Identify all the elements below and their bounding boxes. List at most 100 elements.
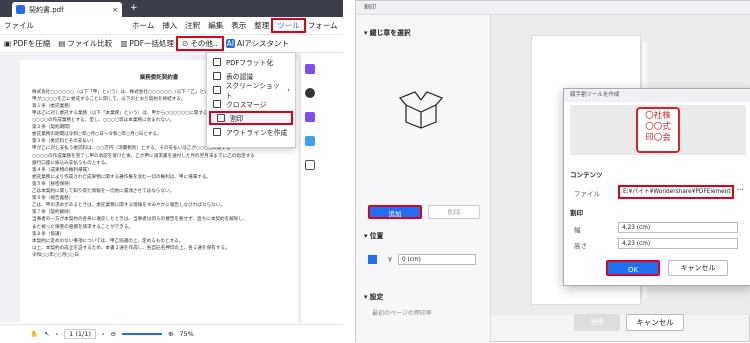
menu-tool[interactable]: ツール (271, 18, 306, 33)
doc-line: 乙は本契約に関して知り得た情報を一切他に漏洩させてはならない。 (32, 189, 175, 195)
batch-process-button[interactable]: ▥ PDF一括処理 (116, 38, 178, 49)
right-sidebar (300, 54, 343, 324)
menu-item-flatten[interactable]: PDFフラット化 (207, 55, 295, 69)
doc-line: ○○○○の作成業務を完了し甲の承認を受けた後、乙が甲に請求書を送付した月の翌月末… (32, 153, 255, 159)
flatten-icon (213, 58, 221, 66)
y-position-field[interactable]: 0 (cm) (398, 254, 476, 265)
cancel-button[interactable]: キャンセル (626, 314, 684, 331)
prev-page-icon[interactable]: ‹ (56, 330, 59, 338)
chevron-right-icon: › (287, 86, 290, 94)
next-page-icon[interactable]: › (102, 330, 105, 338)
ai-assistant-button[interactable]: AI AIアシスタント (222, 38, 293, 49)
menu-edit[interactable]: 編集 (204, 20, 227, 31)
section-settings-label: 設定 (369, 293, 384, 301)
section-select-label: 綴じ章を選択 (369, 29, 411, 37)
other-button[interactable]: ⊙ その他.. (176, 36, 224, 51)
new-tab-icon[interactable]: + (130, 3, 138, 13)
y-label: Y (388, 256, 392, 264)
ok-button[interactable]: OK (606, 260, 660, 276)
menu-item-label: アウトラインを作成 (226, 129, 288, 137)
panel-icon[interactable] (305, 64, 315, 74)
app-logo-icon (16, 5, 25, 14)
delete-button[interactable]: 削除 (428, 205, 480, 219)
hand-tool-icon[interactable]: ✋ (30, 330, 38, 338)
menu-file[interactable]: ファイル (0, 20, 38, 31)
doc-line: 銀行口座に振込み支払うものとする。 (32, 160, 110, 166)
subdialog-title: 綴手割ツールを作成 (564, 89, 750, 102)
zoom-out-icon[interactable]: ⊖ (111, 330, 116, 338)
zoom-level[interactable]: 75% (179, 330, 193, 338)
more-icon: ⊙ (182, 39, 189, 48)
table-icon (213, 72, 221, 80)
close-tab-icon[interactable]: × (112, 6, 118, 14)
file-path-field[interactable]: E:¥パイト¥Wondershare¥PDFElement (618, 185, 734, 199)
last-page-label: 最初のページの押印率 (372, 310, 432, 317)
width-field[interactable]: 4.23 (cm) (618, 222, 738, 233)
section-position[interactable]: ▾ 位置 (364, 230, 383, 240)
doc-line: 委託業務により作成された成果物に関する著作権を含む一切の権利は、甲に帰属する。 (32, 174, 212, 180)
doc-line: 本契約に定めのない事項については、甲乙協議の上、定めるものとする。 (32, 238, 184, 244)
batch-icon: ▥ (120, 39, 128, 48)
seal-icon (217, 114, 225, 122)
pdf-compress-button[interactable]: ▣ PDFを圧縮 (0, 38, 54, 49)
ai-robot-icon[interactable] (305, 88, 315, 98)
browse-icon[interactable]: ··· (737, 186, 744, 194)
document-tab[interactable]: 契約書.pdf × (12, 2, 122, 17)
warin-dialog: 割印 ▾ 綴じ章を選択 追加 削除 ▾ 位置 Y 0 (cm) ▾ 設定 最初の… (355, 0, 750, 343)
doc-line: また被った損害の賠償を請求することができる。 (32, 224, 133, 230)
menu-bar: ファイル ホーム 挿入 注釈 編集 表示 整理 ツール フォーム (0, 17, 343, 35)
seal-line: 〇社株 (645, 111, 671, 121)
menu-form[interactable]: フォーム (304, 20, 342, 31)
menu-insert[interactable]: 挿入 (158, 20, 181, 31)
doc-line: 当事者の一方が本契約の各条に違反したときは、当事者は何らの催告を要せず、直ちに本… (32, 217, 248, 223)
settings-pane: ▾ 綴じ章を選択 追加 削除 ▾ 位置 Y 0 (cm) ▾ 設定 最初のページ… (356, 15, 491, 343)
thumbnail-icon[interactable] (305, 160, 315, 170)
section-position-label: 位置 (369, 232, 384, 240)
section-settings[interactable]: ▾ 設定 (364, 291, 383, 301)
create-stamp-dialog: 綴手割ツールを作成 〇社株 〇〇式 印〇会 コンテンツ ファイル E:¥パイト¥… (563, 88, 750, 286)
menu-item-warin[interactable]: 割印 (209, 111, 293, 125)
menu-organize[interactable]: 整理 (250, 20, 273, 31)
doc-line: 令和○○年○○月○○日 (32, 253, 80, 259)
doc-line: 以上、本契約の成立を証するため、本書２通を作成し、各自記名押印の上、各１通を保有… (32, 245, 230, 251)
subdialog-cancel-button[interactable]: キャンセル (668, 260, 728, 276)
menu-item-label: クロスマージ (226, 101, 267, 109)
menu-item-screenshot[interactable]: スクリーンショット › (207, 82, 295, 100)
doc-line: 第５条（秘密保持） (32, 181, 74, 187)
seal-image: 〇社株 〇〇式 印〇会 (636, 107, 680, 153)
seal-line: 印〇会 (645, 133, 671, 143)
doc-line: 乙は、甲の求めがあるときは、委託業務に関する情報をすみやかに報告しなければならな… (32, 203, 225, 209)
tab-title: 契約書.pdf (29, 5, 64, 14)
file-compare-button[interactable]: ▤ ファイル比較 (54, 38, 116, 49)
zoom-in-icon[interactable]: ⊕ (168, 330, 173, 338)
stamp-preview: 〇社株 〇〇式 印〇会 (570, 105, 746, 155)
zoom-slider[interactable] (121, 332, 162, 335)
translate-icon[interactable] (305, 112, 315, 122)
add-button[interactable]: 追加 (368, 205, 422, 219)
menu-annotate[interactable]: 注釈 (181, 20, 204, 31)
doc-line: 第６条（報告義務） (32, 196, 74, 202)
batch-label: PDF一括処理 (129, 39, 175, 48)
pdf-compress-label: PDFを圧縮 (13, 39, 51, 48)
dialog-title: 割印 (356, 1, 750, 15)
edit-panel-icon[interactable] (305, 136, 315, 146)
position-color-icon (368, 255, 377, 264)
page-number-field[interactable]: 1 (1/1) (64, 328, 96, 339)
doc-line: 第７条（契約解除） (32, 210, 74, 216)
stamp-heading: 割印 (570, 209, 583, 217)
section-select[interactable]: ▾ 綴じ章を選択 (364, 27, 411, 37)
contents-heading: コンテンツ (570, 171, 603, 179)
menu-display[interactable]: 表示 (227, 20, 250, 31)
apply-button[interactable]: 適用 (574, 314, 620, 331)
compare-icon: ▤ (58, 39, 66, 48)
doc-line: 第８条（協議） (32, 231, 65, 237)
menu-item-crossmerge[interactable]: クロスマージ (207, 97, 295, 111)
menu-item-outline[interactable]: アウトラインを作成 (207, 125, 295, 139)
menu-home[interactable]: ホーム (128, 20, 158, 31)
height-field[interactable]: 4.23 (cm) (618, 238, 738, 249)
width-label: 幅 (574, 226, 581, 234)
select-tool-icon[interactable]: ↖ (44, 330, 49, 338)
open-box-icon (398, 91, 444, 129)
pdfelement-window: 契約書.pdf × + ファイル ホーム 挿入 注釈 編集 表示 整理 ツール … (0, 0, 343, 342)
seal-line: 〇〇式 (645, 122, 671, 132)
